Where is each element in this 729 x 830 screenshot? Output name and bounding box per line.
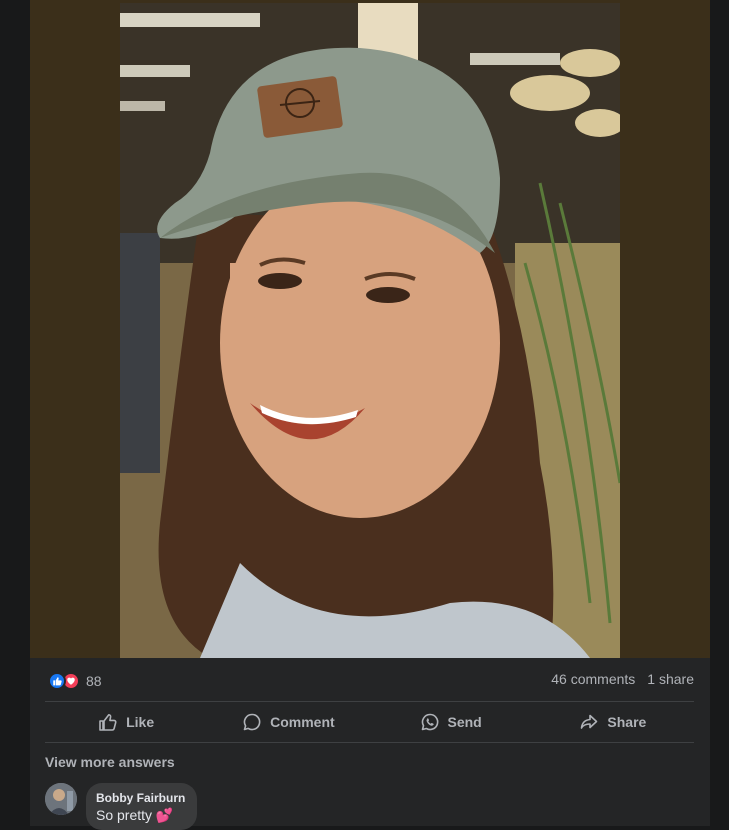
post-photo[interactable] — [120, 3, 620, 658]
comment-label: Comment — [270, 714, 335, 730]
like-reaction-icon — [48, 672, 66, 690]
comment-item: Bobby Fairburn So pretty 💕 — [45, 783, 198, 830]
comment-icon — [242, 712, 262, 732]
whatsapp-send-icon — [420, 712, 440, 732]
send-button[interactable]: Send — [370, 703, 532, 741]
send-label: Send — [447, 714, 482, 730]
comments-count-link[interactable]: 46 comments — [551, 671, 635, 687]
reaction-summary[interactable]: 88 — [48, 671, 102, 691]
view-more-answers-link[interactable]: View more answers — [45, 754, 175, 770]
comment-text: So pretty 💕 — [96, 807, 185, 824]
thumbs-up-icon — [98, 712, 118, 732]
share-button[interactable]: Share — [532, 703, 694, 741]
comment-body: So pretty — [96, 807, 153, 823]
comment-author[interactable]: Bobby Fairburn — [96, 791, 185, 805]
divider — [45, 742, 694, 743]
two-hearts-emoji: 💕 — [155, 807, 174, 823]
divider — [45, 701, 694, 702]
post-card: 88 46 comments 1 share Like Comment Send — [30, 0, 710, 830]
share-arrow-icon — [579, 712, 599, 732]
comment-bubble: Bobby Fairburn So pretty 💕 — [86, 783, 198, 830]
avatar[interactable] — [45, 783, 77, 815]
reaction-count: 88 — [86, 673, 102, 689]
comment-button[interactable]: Comment — [207, 703, 369, 741]
action-bar: Like Comment Send Share — [45, 703, 694, 741]
post-stats: 46 comments 1 share — [551, 671, 694, 687]
like-button[interactable]: Like — [45, 703, 207, 741]
shares-count-link[interactable]: 1 share — [647, 671, 694, 687]
share-label: Share — [607, 714, 647, 730]
like-label: Like — [126, 714, 155, 730]
photo-frame — [30, 0, 710, 658]
